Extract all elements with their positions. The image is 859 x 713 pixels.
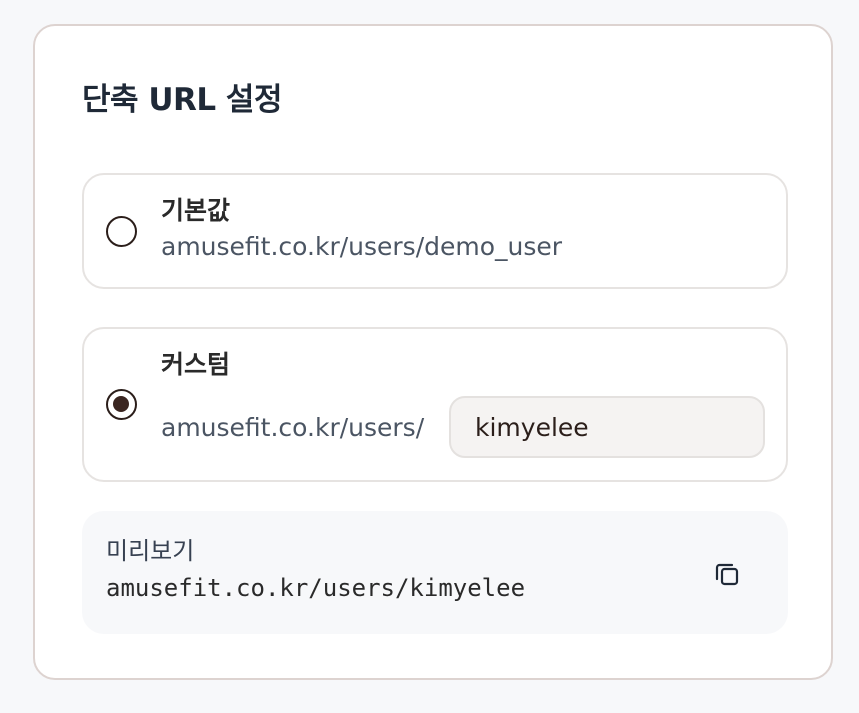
preview-label: 미리보기 [106,537,195,565]
option-custom-label: 커스텀 [161,350,231,379]
radio-selected-dot [113,396,129,412]
radio-default[interactable] [106,216,137,247]
copy-button[interactable] [702,549,752,599]
custom-slug-input[interactable] [449,396,765,458]
card-title: 단축 URL 설정 [82,82,282,118]
option-default-url: amusefit.co.kr/users/demo_user [161,232,563,261]
preview-box: 미리보기 amusefit.co.kr/users/kimyelee [82,511,788,634]
radio-custom[interactable] [106,389,137,420]
copy-icon [715,563,739,586]
option-default[interactable]: 기본값 amusefit.co.kr/users/demo_user [82,173,788,289]
option-default-label: 기본값 [161,196,231,225]
option-custom[interactable]: 커스텀 amusefit.co.kr/users/ [82,327,788,482]
option-custom-url-prefix: amusefit.co.kr/users/ [161,413,425,442]
preview-url: amusefit.co.kr/users/kimyelee [106,574,526,602]
short-url-settings-card: 단축 URL 설정 기본값 amusefit.co.kr/users/demo_… [33,24,833,680]
